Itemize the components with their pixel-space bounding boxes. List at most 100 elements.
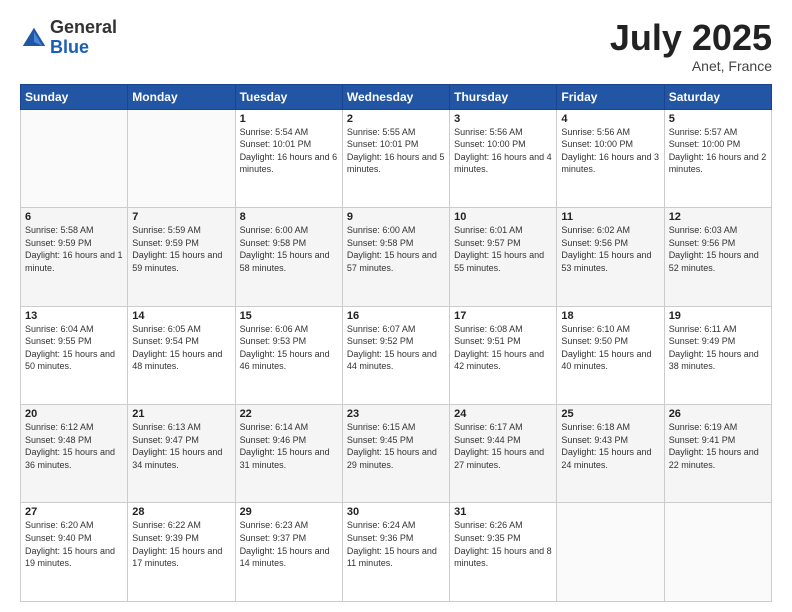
day-info: Sunrise: 5:57 AM Sunset: 10:00 PM Daylig…: [669, 127, 767, 175]
day-info: Sunrise: 6:00 AM Sunset: 9:58 PM Dayligh…: [347, 225, 437, 273]
weekday-header: Monday: [128, 84, 235, 109]
calendar-day-cell: 24 Sunrise: 6:17 AM Sunset: 9:44 PM Dayli…: [450, 405, 557, 503]
day-number: 11: [561, 211, 659, 223]
day-number: 29: [240, 506, 338, 518]
calendar-day-cell: 7 Sunrise: 5:59 AM Sunset: 9:59 PM Daylig…: [128, 208, 235, 306]
day-info: Sunrise: 6:05 AM Sunset: 9:54 PM Dayligh…: [132, 324, 222, 372]
calendar-day-cell: 1Sunrise: 5:54 AM Sunset: 10:01 PM Dayli…: [235, 109, 342, 207]
day-info: Sunrise: 6:03 AM Sunset: 9:56 PM Dayligh…: [669, 225, 759, 273]
day-number: 31: [454, 506, 552, 518]
location: Anet, France: [610, 58, 772, 74]
day-number: 7: [132, 211, 230, 223]
logo-general: General: [50, 18, 117, 38]
day-info: Sunrise: 6:22 AM Sunset: 9:39 PM Dayligh…: [132, 520, 222, 568]
day-number: 16: [347, 310, 445, 322]
weekday-header: Friday: [557, 84, 664, 109]
day-number: 28: [132, 506, 230, 518]
day-number: 25: [561, 408, 659, 420]
calendar-day-cell: [557, 503, 664, 602]
day-info: Sunrise: 6:24 AM Sunset: 9:36 PM Dayligh…: [347, 520, 437, 568]
day-info: Sunrise: 5:58 AM Sunset: 9:59 PM Dayligh…: [25, 225, 123, 273]
day-info: Sunrise: 6:01 AM Sunset: 9:57 PM Dayligh…: [454, 225, 544, 273]
day-number: 20: [25, 408, 123, 420]
calendar-day-cell: 5 Sunrise: 5:57 AM Sunset: 10:00 PM Dayli…: [664, 109, 771, 207]
calendar-day-cell: 22 Sunrise: 6:14 AM Sunset: 9:46 PM Dayli…: [235, 405, 342, 503]
calendar-day-cell: [128, 109, 235, 207]
day-number: 12: [669, 211, 767, 223]
calendar-day-cell: 20 Sunrise: 6:12 AM Sunset: 9:48 PM Dayli…: [21, 405, 128, 503]
day-number: 15: [240, 310, 338, 322]
day-number: 24: [454, 408, 552, 420]
weekday-header: Thursday: [450, 84, 557, 109]
day-info: Sunrise: 6:26 AM Sunset: 9:35 PM Dayligh…: [454, 520, 552, 568]
calendar-day-cell: 23 Sunrise: 6:15 AM Sunset: 9:45 PM Dayli…: [342, 405, 449, 503]
day-number: 5: [669, 113, 767, 125]
day-number: 18: [561, 310, 659, 322]
day-info: Sunrise: 6:18 AM Sunset: 9:43 PM Dayligh…: [561, 422, 651, 470]
day-info: Sunrise: 6:23 AM Sunset: 9:37 PM Dayligh…: [240, 520, 330, 568]
day-info: Sunrise: 5:56 AM Sunset: 10:00 PM Daylig…: [561, 127, 659, 175]
day-number: 9: [347, 211, 445, 223]
page: General Blue July 2025 Anet, France Sund…: [0, 0, 792, 612]
calendar-week-row: 13Sunrise: 6:04 AM Sunset: 9:55 PM Dayli…: [21, 306, 772, 404]
day-info: Sunrise: 6:13 AM Sunset: 9:47 PM Dayligh…: [132, 422, 222, 470]
calendar-day-cell: 29 Sunrise: 6:23 AM Sunset: 9:37 PM Dayli…: [235, 503, 342, 602]
logo-icon: [20, 25, 48, 53]
day-info: Sunrise: 6:00 AM Sunset: 9:58 PM Dayligh…: [240, 225, 330, 273]
day-info: Sunrise: 6:20 AM Sunset: 9:40 PM Dayligh…: [25, 520, 115, 568]
day-number: 30: [347, 506, 445, 518]
calendar-week-row: 6Sunrise: 5:58 AM Sunset: 9:59 PM Daylig…: [21, 208, 772, 306]
calendar-day-cell: 3 Sunrise: 5:56 AM Sunset: 10:00 PM Dayli…: [450, 109, 557, 207]
weekday-header: Tuesday: [235, 84, 342, 109]
day-info: Sunrise: 5:54 AM Sunset: 10:01 PM Daylig…: [240, 127, 338, 175]
day-info: Sunrise: 6:11 AM Sunset: 9:49 PM Dayligh…: [669, 324, 759, 372]
day-info: Sunrise: 6:08 AM Sunset: 9:51 PM Dayligh…: [454, 324, 544, 372]
day-info: Sunrise: 6:04 AM Sunset: 9:55 PM Dayligh…: [25, 324, 115, 372]
calendar-day-cell: 21 Sunrise: 6:13 AM Sunset: 9:47 PM Dayli…: [128, 405, 235, 503]
day-info: Sunrise: 6:06 AM Sunset: 9:53 PM Dayligh…: [240, 324, 330, 372]
calendar-day-cell: 25 Sunrise: 6:18 AM Sunset: 9:43 PM Dayli…: [557, 405, 664, 503]
calendar-day-cell: [21, 109, 128, 207]
day-info: Sunrise: 6:14 AM Sunset: 9:46 PM Dayligh…: [240, 422, 330, 470]
day-info: Sunrise: 6:15 AM Sunset: 9:45 PM Dayligh…: [347, 422, 437, 470]
day-info: Sunrise: 5:56 AM Sunset: 10:00 PM Daylig…: [454, 127, 552, 175]
day-number: 27: [25, 506, 123, 518]
calendar-day-cell: 13Sunrise: 6:04 AM Sunset: 9:55 PM Dayli…: [21, 306, 128, 404]
calendar-week-row: 1Sunrise: 5:54 AM Sunset: 10:01 PM Dayli…: [21, 109, 772, 207]
day-number: 19: [669, 310, 767, 322]
calendar-day-cell: 27 Sunrise: 6:20 AM Sunset: 9:40 PM Dayli…: [21, 503, 128, 602]
day-number: 26: [669, 408, 767, 420]
day-number: 22: [240, 408, 338, 420]
month-title: July 2025: [610, 18, 772, 58]
calendar-day-cell: 17 Sunrise: 6:08 AM Sunset: 9:51 PM Dayli…: [450, 306, 557, 404]
calendar-day-cell: 6Sunrise: 5:58 AM Sunset: 9:59 PM Daylig…: [21, 208, 128, 306]
calendar-day-cell: 18Sunrise: 6:10 AM Sunset: 9:50 PM Dayli…: [557, 306, 664, 404]
logo-blue: Blue: [50, 38, 117, 58]
day-number: 21: [132, 408, 230, 420]
logo: General Blue: [20, 18, 117, 58]
calendar-table: SundayMondayTuesdayWednesdayThursdayFrid…: [20, 84, 772, 602]
calendar-day-cell: 2Sunrise: 5:55 AM Sunset: 10:01 PM Dayli…: [342, 109, 449, 207]
calendar-day-cell: 28 Sunrise: 6:22 AM Sunset: 9:39 PM Dayli…: [128, 503, 235, 602]
day-number: 14: [132, 310, 230, 322]
calendar-day-cell: 19 Sunrise: 6:11 AM Sunset: 9:49 PM Dayli…: [664, 306, 771, 404]
day-info: Sunrise: 6:17 AM Sunset: 9:44 PM Dayligh…: [454, 422, 544, 470]
day-number: 23: [347, 408, 445, 420]
weekday-header: Sunday: [21, 84, 128, 109]
day-number: 8: [240, 211, 338, 223]
calendar-day-cell: 26Sunrise: 6:19 AM Sunset: 9:41 PM Dayli…: [664, 405, 771, 503]
day-number: 3: [454, 113, 552, 125]
calendar-day-cell: 14 Sunrise: 6:05 AM Sunset: 9:54 PM Dayli…: [128, 306, 235, 404]
weekday-header: Saturday: [664, 84, 771, 109]
calendar-day-cell: 31 Sunrise: 6:26 AM Sunset: 9:35 PM Dayli…: [450, 503, 557, 602]
day-info: Sunrise: 5:59 AM Sunset: 9:59 PM Dayligh…: [132, 225, 222, 273]
day-info: Sunrise: 5:55 AM Sunset: 10:01 PM Daylig…: [347, 127, 445, 175]
logo-text: General Blue: [50, 18, 117, 58]
header: General Blue July 2025 Anet, France: [20, 18, 772, 74]
calendar-day-cell: 12 Sunrise: 6:03 AM Sunset: 9:56 PM Dayli…: [664, 208, 771, 306]
day-number: 17: [454, 310, 552, 322]
calendar-day-cell: 15 Sunrise: 6:06 AM Sunset: 9:53 PM Dayli…: [235, 306, 342, 404]
day-info: Sunrise: 6:12 AM Sunset: 9:48 PM Dayligh…: [25, 422, 115, 470]
calendar-day-cell: 11Sunrise: 6:02 AM Sunset: 9:56 PM Dayli…: [557, 208, 664, 306]
calendar-day-cell: 9 Sunrise: 6:00 AM Sunset: 9:58 PM Daylig…: [342, 208, 449, 306]
